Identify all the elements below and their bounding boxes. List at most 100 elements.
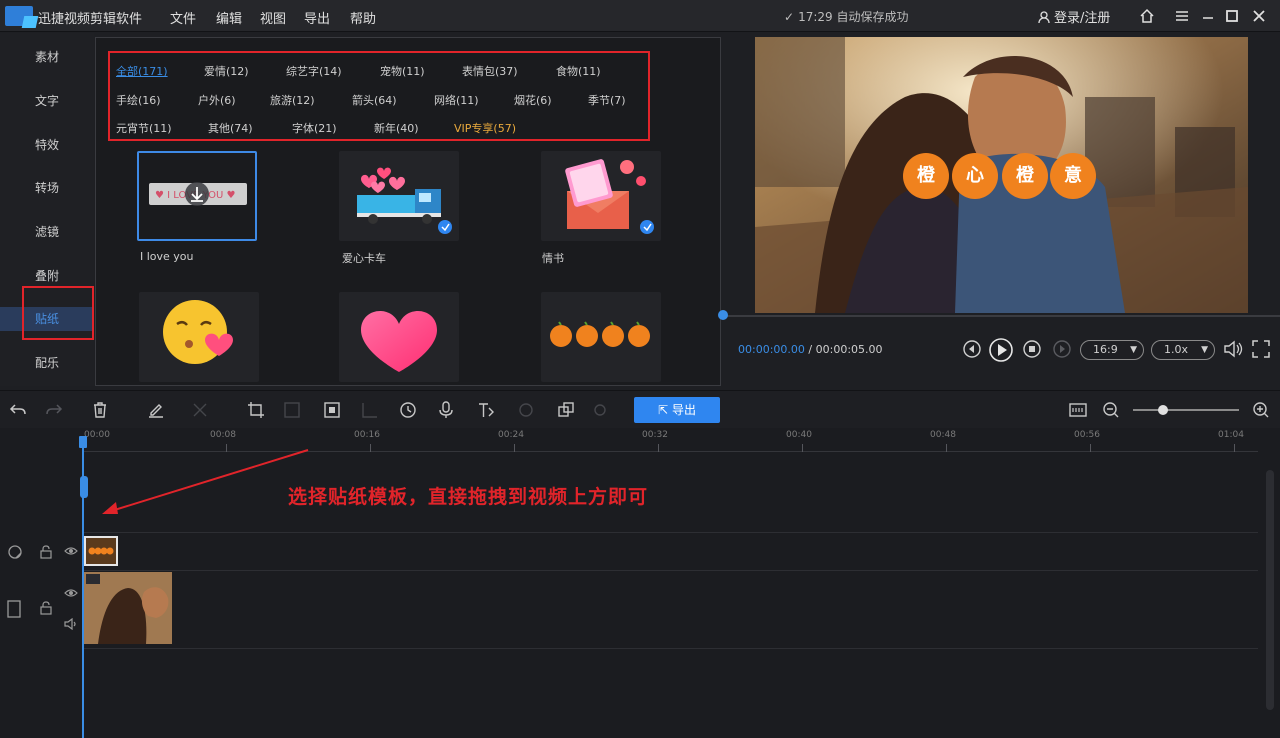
freeze-frame-icon[interactable] xyxy=(322,400,342,420)
zoom-slider-track[interactable] xyxy=(1133,409,1239,411)
next-frame-icon[interactable] xyxy=(1052,339,1072,359)
maximize-icon[interactable] xyxy=(1222,6,1242,26)
sticker-i-love-you-preview: ♥ I LOVE YOU ♥ xyxy=(149,182,247,206)
lock-icon[interactable] xyxy=(40,601,52,615)
ruler-tick-mark xyxy=(370,444,371,452)
sticker-heart[interactable] xyxy=(339,292,459,382)
category-variety-text[interactable]: 综艺字(14) xyxy=(286,63,342,79)
aspect-ratio-select[interactable]: 16:9 ▼ xyxy=(1080,340,1144,360)
eye-icon[interactable] xyxy=(64,546,78,556)
layers-icon[interactable] xyxy=(556,400,576,420)
sticker-love-letter-preview xyxy=(565,159,654,234)
category-other[interactable]: 其他(74) xyxy=(208,120,253,136)
fullscreen-icon[interactable] xyxy=(1251,339,1271,359)
menu-file[interactable]: 文件 xyxy=(170,8,196,27)
playhead-handle[interactable] xyxy=(79,436,87,448)
category-travel[interactable]: 旅游(12) xyxy=(270,92,315,108)
sticker-clip-thumbnail xyxy=(88,547,114,555)
category-fireworks[interactable]: 烟花(6) xyxy=(514,92,552,108)
ruler-tick-mark xyxy=(802,444,803,452)
category-lantern-festival[interactable]: 元宵节(11) xyxy=(116,120,172,136)
sidebar-item-filters[interactable]: 滤镜 xyxy=(0,220,94,244)
mosaic-icon xyxy=(284,402,300,418)
speaker-icon[interactable] xyxy=(64,618,78,630)
minimize-icon[interactable] xyxy=(1198,6,1218,26)
sticker-oranges[interactable] xyxy=(541,292,661,382)
play-icon[interactable] xyxy=(988,337,1014,363)
edit-icon[interactable] xyxy=(146,400,166,420)
lock-icon[interactable] xyxy=(40,545,52,559)
sidebar-item-overlay[interactable]: 叠附 xyxy=(0,264,94,288)
sidebar-item-effects[interactable]: 特效 xyxy=(0,133,94,157)
video-track[interactable] xyxy=(82,570,1258,648)
undo-icon[interactable] xyxy=(8,400,28,420)
export-button[interactable]: ⇱ 导出 xyxy=(634,397,720,423)
playback-progress-handle[interactable] xyxy=(718,310,728,320)
sticker-library-panel: 全部(171) 爱情(12) 综艺字(14) 宠物(11) 表情包(37) 食物… xyxy=(95,37,813,417)
category-pets[interactable]: 宠物(11) xyxy=(380,63,425,79)
playback-progress-track[interactable] xyxy=(722,315,1280,317)
sticker-track[interactable] xyxy=(82,532,1258,570)
category-new-year[interactable]: 新年(40) xyxy=(374,120,419,136)
login-link[interactable]: 登录/注册 xyxy=(1038,7,1110,26)
microphone-icon[interactable] xyxy=(436,400,456,420)
volume-icon[interactable] xyxy=(1222,339,1244,359)
text-to-speech-icon[interactable] xyxy=(476,400,496,420)
sticker-i-love-you[interactable]: ♥ I LOVE YOU ♥ xyxy=(137,151,257,241)
category-memes[interactable]: 表情包(37) xyxy=(462,63,518,79)
current-time: 00:00:00.00 xyxy=(738,343,805,356)
menu-edit[interactable]: 编辑 xyxy=(216,8,242,27)
category-fonts[interactable]: 字体(21) xyxy=(292,120,337,136)
timeline-scrollbar[interactable] xyxy=(1266,470,1274,710)
zoom-slider-handle[interactable] xyxy=(1158,405,1168,415)
category-vip[interactable]: VIP专享(57) xyxy=(454,120,516,136)
sticker-love-letter[interactable] xyxy=(541,151,661,241)
fit-timeline-icon[interactable] xyxy=(1068,400,1088,420)
sidebar-item-transitions[interactable]: 转场 xyxy=(0,176,94,200)
menu-view[interactable]: 视图 xyxy=(260,8,286,27)
chevron-down-icon: ▼ xyxy=(1201,345,1208,355)
ruler-tick: 00:08 xyxy=(210,430,236,440)
app-logo-icon xyxy=(5,6,33,26)
close-icon[interactable] xyxy=(1249,6,1269,26)
sticker-clip[interactable] xyxy=(84,536,118,566)
sidebar-item-text[interactable]: 文字 xyxy=(0,89,94,113)
ruler-tick-mark xyxy=(1234,444,1235,452)
ruler-tick-mark xyxy=(514,444,515,452)
zoom-out-icon[interactable] xyxy=(1101,400,1121,420)
previous-frame-icon[interactable] xyxy=(962,339,982,359)
track-divider xyxy=(82,648,1258,649)
sticker-kiss-emoji[interactable] xyxy=(139,292,259,382)
ruler-tick-mark xyxy=(658,444,659,452)
zoom-in-icon[interactable] xyxy=(1251,400,1271,420)
category-hand-drawn[interactable]: 手绘(16) xyxy=(116,92,161,108)
clock-icon[interactable] xyxy=(398,400,418,420)
aspect-ratio-value: 16:9 xyxy=(1093,343,1118,356)
home-icon[interactable] xyxy=(1137,6,1157,26)
ruler-tick: 00:00 xyxy=(84,430,110,440)
hamburger-menu-icon[interactable] xyxy=(1172,6,1192,26)
video-clip[interactable] xyxy=(84,572,172,644)
speed-select[interactable]: 1.0x ▼ xyxy=(1151,340,1215,360)
ruler-tick: 00:32 xyxy=(642,430,668,440)
eye-icon[interactable] xyxy=(64,588,78,598)
playhead-marker[interactable] xyxy=(80,476,88,498)
category-love[interactable]: 爱情(12) xyxy=(204,63,249,79)
delete-icon[interactable] xyxy=(90,400,110,420)
sidebar-item-material[interactable]: 素材 xyxy=(0,45,94,69)
category-food[interactable]: 食物(11) xyxy=(556,63,601,79)
menu-export[interactable]: 导出 xyxy=(304,8,330,27)
sticker-love-truck[interactable] xyxy=(339,151,459,241)
stop-icon[interactable] xyxy=(1022,339,1042,359)
sidebar-item-music[interactable]: 配乐 xyxy=(0,351,94,375)
sticker-track-icon xyxy=(8,545,22,559)
menu-help[interactable]: 帮助 xyxy=(350,8,376,27)
category-seasons[interactable]: 季节(7) xyxy=(588,92,626,108)
category-outdoor[interactable]: 户外(6) xyxy=(198,92,236,108)
redo-icon[interactable] xyxy=(44,400,64,420)
app-window: 迅捷视频剪辑软件 文件 编辑 视图 导出 帮助 ✓ 17:29 自动保存成功 登录… xyxy=(0,0,1280,738)
crop-icon[interactable] xyxy=(246,400,266,420)
category-arrows[interactable]: 箭头(64) xyxy=(352,92,397,108)
category-network[interactable]: 网络(11) xyxy=(434,92,479,108)
category-all[interactable]: 全部(171) xyxy=(116,63,168,79)
